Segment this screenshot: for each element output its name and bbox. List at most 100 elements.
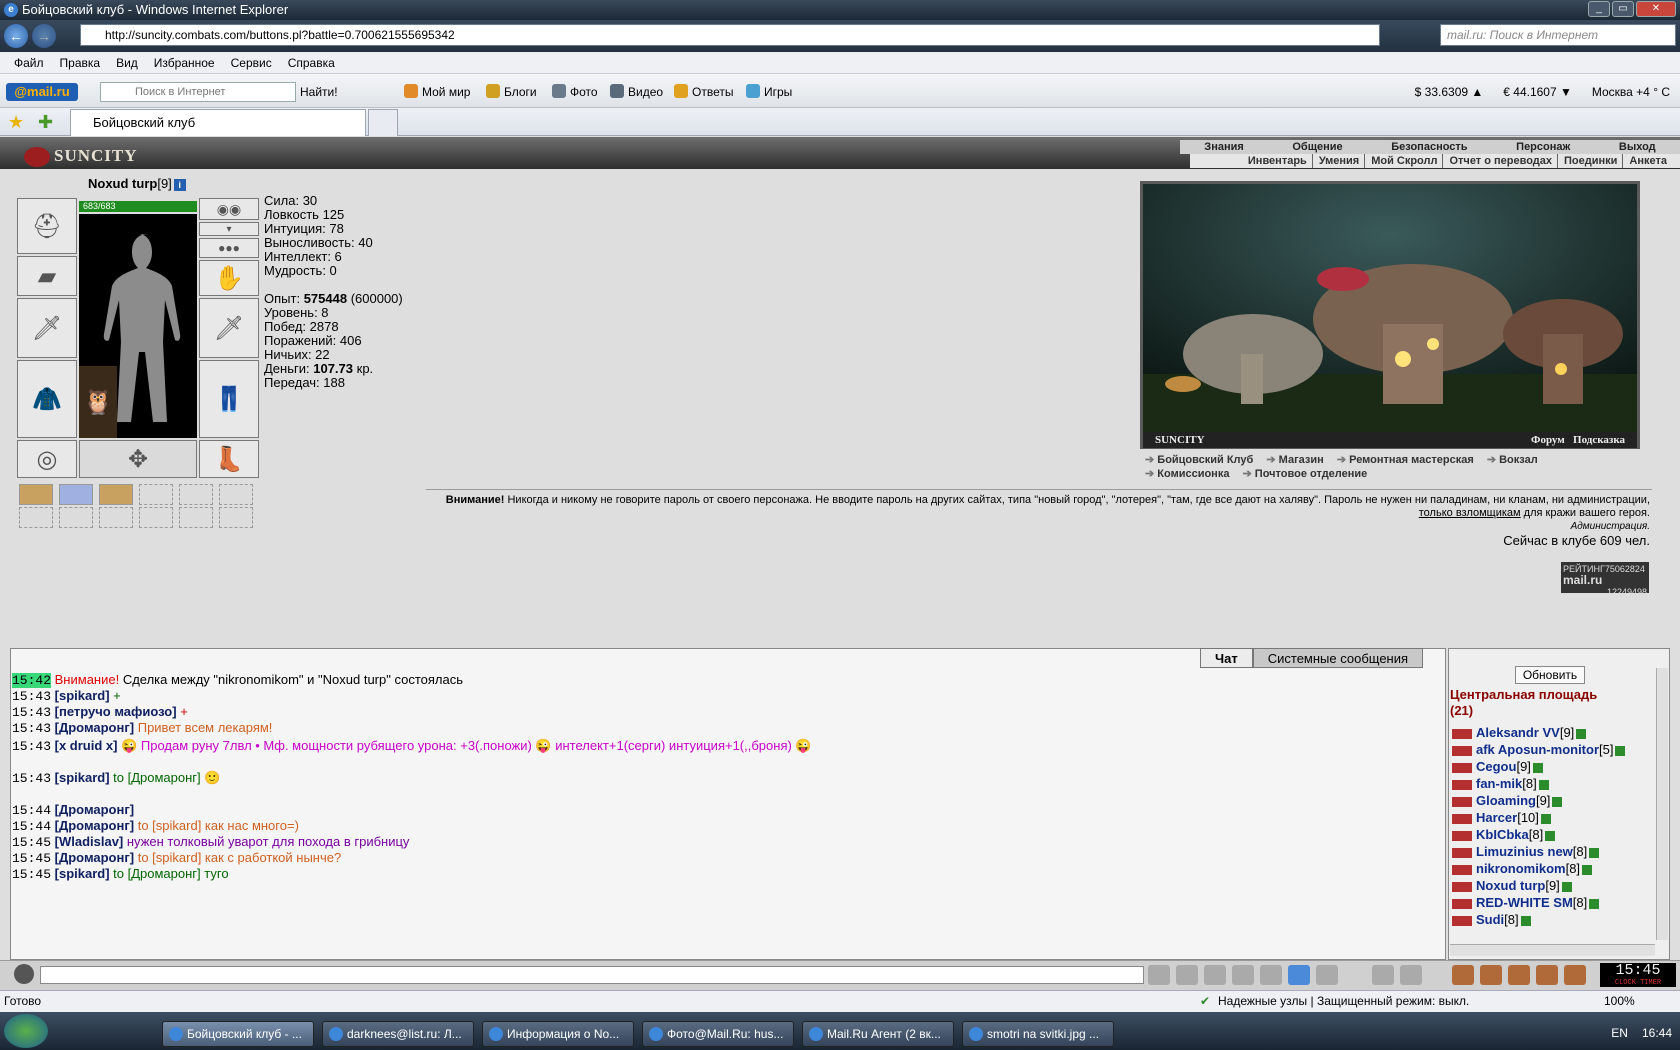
maximize-button[interactable]: ▭ <box>1612 1 1634 17</box>
site-logo[interactable]: SUNCITY <box>24 146 138 168</box>
pet-slot[interactable]: 🦉 <box>79 366 117 438</box>
chat-sender[interactable]: [spikard] <box>55 770 110 785</box>
link-station[interactable]: Вокзал <box>1487 454 1538 466</box>
scroll-slot[interactable] <box>179 484 213 505</box>
scroll-slot[interactable] <box>19 484 53 505</box>
weather[interactable]: Москва +4 ° C <box>1592 83 1670 101</box>
fighter-icon[interactable] <box>1260 965 1282 985</box>
chat-sender[interactable]: [Дромаронг] <box>55 850 134 865</box>
amulet-slot[interactable]: ▾ <box>199 222 259 236</box>
mailru-logo[interactable]: @mail.ru <box>6 83 78 101</box>
user-info-icon[interactable] <box>1545 830 1556 841</box>
sort-icon[interactable] <box>1288 965 1310 985</box>
chat-avatar-icon[interactable] <box>14 964 34 984</box>
private-message-icon[interactable] <box>1452 881 1472 892</box>
chat-timestamp[interactable]: 15:45 <box>12 851 51 866</box>
chat-timestamp[interactable]: 15:45 <box>12 835 51 850</box>
task-mail[interactable]: darknees@list.ru: Л... <box>322 1021 474 1047</box>
refresh-button[interactable]: Обновить <box>1515 666 1585 684</box>
online-user[interactable]: Noxud turp[9] <box>1452 877 1572 895</box>
chat-sender[interactable]: [Дромаронг] <box>55 720 134 735</box>
nav-knowledge[interactable]: Знания <box>1204 140 1243 154</box>
online-user[interactable]: RED-WHITE SM[8] <box>1452 894 1600 912</box>
online-user[interactable]: fan-mik[8] <box>1452 775 1549 793</box>
close-window-button[interactable]: ✕ <box>1636 1 1676 17</box>
belt-slot[interactable]: ◎ <box>17 440 77 478</box>
scroll-slot[interactable] <box>219 507 253 528</box>
online-user-name[interactable]: Harcer <box>1476 810 1517 825</box>
online-user-name[interactable]: fan-mik <box>1476 776 1522 791</box>
chat-sender[interactable]: [Дромаронг] <box>55 802 134 817</box>
menu-help[interactable]: Справка <box>280 56 343 70</box>
nav-battles[interactable]: Поединки <box>1564 154 1624 168</box>
map-icon[interactable] <box>1400 965 1422 985</box>
minimize-button[interactable]: _ <box>1588 1 1610 17</box>
private-message-icon[interactable] <box>1452 915 1472 926</box>
chat-timestamp[interactable]: 15:45 <box>12 867 51 882</box>
filter-icon[interactable] <box>1204 965 1226 985</box>
user-info-icon[interactable] <box>1552 796 1563 807</box>
browser-search-input[interactable]: mail.ru: Поиск в Интернет <box>1440 24 1676 46</box>
scroll-slot[interactable] <box>99 484 133 505</box>
task-photo[interactable]: Фото@Mail.Ru: hus... <box>642 1021 794 1047</box>
link-my-world[interactable]: Мой мир <box>404 83 470 101</box>
online-user-name[interactable]: RED-WHITE SM <box>1476 895 1573 910</box>
character-name[interactable]: Noxud turp[9] i <box>88 176 186 191</box>
nav-transfer-report[interactable]: Отчет о переводах <box>1449 154 1559 168</box>
private-message-icon[interactable] <box>1452 762 1472 773</box>
nav-skills[interactable]: Умения <box>1319 154 1366 168</box>
chat-timestamp[interactable]: 15:43 <box>12 721 51 736</box>
nav-my-scroll[interactable]: Мой Скролл <box>1371 154 1444 168</box>
rings-slot[interactable]: ●●● <box>199 238 259 258</box>
chat-message-input[interactable] <box>40 966 1144 984</box>
link-answers[interactable]: Ответы <box>674 83 733 101</box>
send-icon[interactable] <box>1148 965 1170 985</box>
back-button[interactable]: ← <box>4 24 28 48</box>
private-message-icon[interactable] <box>1452 796 1472 807</box>
chat-timestamp[interactable]: 15:43 <box>12 771 51 786</box>
scroll-icon[interactable] <box>1480 965 1502 985</box>
chat-sender[interactable]: [spikard] <box>55 688 110 703</box>
private-message-icon[interactable] <box>1452 745 1472 756</box>
online-user-name[interactable]: nikronomikom <box>1476 861 1566 876</box>
private-message-icon[interactable] <box>1452 779 1472 790</box>
menu-view[interactable]: Вид <box>108 56 146 70</box>
online-user-name[interactable]: Gloaming <box>1476 793 1536 808</box>
online-user[interactable]: Aleksandr VV[9] <box>1452 724 1587 742</box>
info-icon[interactable]: i <box>173 179 186 191</box>
favorites-star-icon[interactable]: ★ <box>8 112 24 133</box>
chat-timestamp[interactable]: 15:42 <box>12 673 52 688</box>
volume-icon[interactable] <box>1316 965 1338 985</box>
nav-profile[interactable]: Анкета <box>1629 154 1672 168</box>
earrings-slot[interactable]: ◉◉ <box>199 198 259 220</box>
mailru-search-input[interactable]: Поиск в Интернет <box>100 82 296 102</box>
link-video[interactable]: Видео <box>610 83 663 101</box>
right-weapon-slot[interactable]: 🗡 <box>199 298 259 358</box>
leggings-slot[interactable]: 👖 <box>199 360 259 438</box>
security-zone[interactable]: Надежные узлы | Защищенный режим: выкл. <box>1218 991 1469 1011</box>
left-weapon-slot[interactable]: 🗡 <box>17 298 77 358</box>
system-clock[interactable]: 16:44 <box>1642 1026 1672 1040</box>
chat-timestamp[interactable]: 15:43 <box>12 705 51 720</box>
chat-timestamp[interactable]: 15:43 <box>12 689 51 704</box>
task-image[interactable]: smotri na svitki.jpg ... <box>962 1021 1114 1047</box>
online-user-name[interactable]: Cegou <box>1476 759 1516 774</box>
tab-fight-club[interactable]: Бойцовский клуб <box>70 109 366 136</box>
menu-edit[interactable]: Правка <box>52 56 109 70</box>
zoom-level[interactable]: 100% <box>1604 991 1635 1011</box>
usd-rate[interactable]: $ 33.6309 ▲ <box>1415 83 1484 101</box>
task-agent[interactable]: Mail.Ru Агент (2 вк... <box>802 1021 954 1047</box>
chat-sender[interactable]: [Дромаронг] <box>55 818 134 833</box>
nav-exit[interactable]: Выход <box>1619 140 1656 154</box>
eraser-icon[interactable] <box>1176 965 1198 985</box>
eur-rate[interactable]: € 44.1607 ▼ <box>1503 83 1572 101</box>
link-shop[interactable]: Магазин <box>1266 454 1323 466</box>
chat-timestamp[interactable]: 15:44 <box>12 803 51 818</box>
nav-security[interactable]: Безопасность <box>1391 140 1467 154</box>
nav-inventory[interactable]: Инвентарь <box>1248 154 1313 168</box>
link-photo[interactable]: Фото <box>552 83 598 101</box>
user-info-icon[interactable] <box>1520 915 1531 926</box>
smiley-icon[interactable] <box>1372 965 1394 985</box>
users-horizontal-scrollbar[interactable] <box>1450 944 1655 956</box>
online-user[interactable]: Limuzinius new[8] <box>1452 843 1600 861</box>
